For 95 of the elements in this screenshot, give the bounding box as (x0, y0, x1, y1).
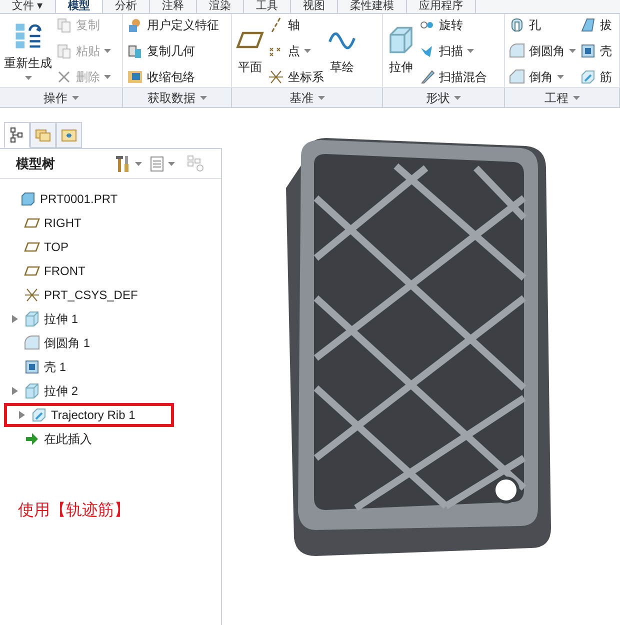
ribbon-button[interactable]: 筋 (580, 68, 612, 86)
clipboard-icon (56, 42, 72, 58)
ribbon-button[interactable]: 轴 (268, 16, 324, 34)
caret-icon (467, 48, 474, 52)
ribbon-group-label[interactable]: 基准 (232, 88, 383, 107)
shrinkwrap-icon (127, 68, 143, 84)
menu-tab[interactable]: 分析 (103, 0, 150, 13)
ribbon-group-label[interactable]: 工程 (505, 88, 620, 107)
ribbon-group-label[interactable]: 操作 (0, 88, 123, 107)
expand-arrow-icon[interactable] (19, 411, 25, 419)
folders-icon (35, 127, 51, 143)
caret-icon (72, 96, 78, 100)
tree-item[interactable]: PRT0001.PRT (0, 187, 221, 211)
tree-item[interactable]: PRT_CSYS_DEF (0, 283, 221, 307)
coordinate-system-icon (24, 287, 40, 303)
ribbon-button[interactable]: 孔 (509, 16, 576, 34)
caret-icon (200, 96, 206, 100)
expand-arrow-icon[interactable] (12, 387, 18, 395)
ribbon-button[interactable]: 旋转 (419, 16, 487, 34)
ribbon-button[interactable]: 壳 (580, 42, 612, 60)
tree-item[interactable]: 拉伸 2 (0, 379, 221, 403)
caret-icon (304, 48, 311, 52)
tree-item[interactable]: 在此插入 (0, 427, 221, 451)
annotation-text: 使用【轨迹筋】 (18, 500, 131, 521)
draft-icon (580, 16, 596, 32)
tree-item[interactable]: 壳 1 (0, 355, 221, 379)
ribbon-button[interactable]: 扫描混合 (419, 68, 487, 86)
caret-icon (557, 74, 564, 78)
rib-icon (580, 68, 596, 84)
tree-item[interactable]: Trajectory Rib 1 (4, 403, 174, 427)
large-ribbon-button[interactable]: 平面 (236, 14, 264, 87)
panel-title: 模型树 (16, 154, 56, 173)
caret-icon (104, 74, 111, 78)
menu-tab[interactable]: 应用程序 (407, 0, 476, 13)
ribbon-button[interactable]: 扫描 (419, 42, 487, 60)
shell-icon (24, 359, 40, 375)
tree-icon (9, 127, 25, 143)
caret-icon (454, 96, 461, 100)
cube-icon (24, 311, 40, 327)
ribbon-button[interactable]: 倒角 (509, 68, 576, 86)
part-icon (20, 191, 36, 207)
cube-icon (387, 26, 415, 54)
shell-icon (580, 42, 596, 58)
arrow-icon (24, 431, 40, 447)
ribbon-button[interactable]: 坐标系 (268, 68, 324, 86)
tree-item[interactable]: RIGHT (0, 211, 221, 235)
sweep-blend-icon (419, 68, 435, 84)
ribbon-button[interactable]: 点 (268, 42, 324, 60)
tree-item[interactable]: FRONT (0, 259, 221, 283)
ribbon-button[interactable]: 收缩包络 (127, 68, 219, 86)
ribbon-button[interactable]: 用户定义特征 (127, 16, 219, 34)
copy-icon (56, 16, 72, 32)
menu-tab[interactable]: 柔性建模 (338, 0, 408, 13)
tree-item[interactable]: 倒圆角 1 (0, 331, 221, 355)
user-feature-icon (127, 16, 143, 32)
menu-tab[interactable]: 视图 (291, 0, 338, 13)
hammer-screwdriver-icon (115, 154, 131, 172)
ribbon-group-label[interactable]: 形状 (383, 88, 505, 107)
round-icon (24, 335, 40, 351)
caret-icon (318, 96, 324, 100)
caret-icon (24, 76, 32, 80)
large-ribbon-button[interactable]: 草绘 (328, 14, 356, 87)
ribbon-button[interactable]: 倒圆角 (509, 42, 576, 60)
caret-icon (135, 162, 142, 166)
tools-button[interactable] (115, 154, 142, 172)
ribbon-group-label[interactable]: 获取数据 (123, 88, 232, 107)
large-ribbon-button[interactable]: 重新生成 (4, 14, 52, 87)
menu-tab[interactable]: 工具 (244, 0, 292, 13)
menu-tab[interactable]: 模型 (56, 0, 104, 13)
chamfer-icon (509, 68, 525, 84)
tree-item[interactable]: 拉伸 1 (0, 307, 221, 331)
panel-tab[interactable] (4, 122, 30, 148)
list-icon (150, 156, 164, 172)
caret-icon (168, 162, 175, 166)
cube-icon (24, 383, 40, 399)
copy-geometry-icon (127, 42, 143, 58)
ribbon-button[interactable]: 拔 (580, 16, 612, 34)
favorites-folder-icon (61, 127, 77, 143)
ribbon-button[interactable]: 复制几何 (127, 42, 219, 60)
menu-tab[interactable]: 注释 (150, 0, 198, 13)
caret-icon (572, 96, 580, 100)
caret-icon (569, 48, 576, 52)
tree-filter-icon[interactable] (187, 154, 205, 172)
rib-icon (31, 407, 47, 423)
round-icon (509, 42, 525, 58)
regenerate-icon (14, 22, 42, 50)
settings-button[interactable] (150, 156, 175, 172)
cross-icon (56, 68, 72, 84)
caret-icon (104, 48, 111, 52)
tree-item[interactable]: TOP (0, 235, 221, 259)
coordinate-system-icon (268, 68, 284, 84)
menu-tab[interactable]: 渲染 (197, 0, 244, 13)
hole-icon (509, 16, 525, 32)
expand-arrow-icon[interactable] (12, 315, 18, 323)
large-ribbon-button[interactable]: 拉伸 (387, 14, 415, 87)
